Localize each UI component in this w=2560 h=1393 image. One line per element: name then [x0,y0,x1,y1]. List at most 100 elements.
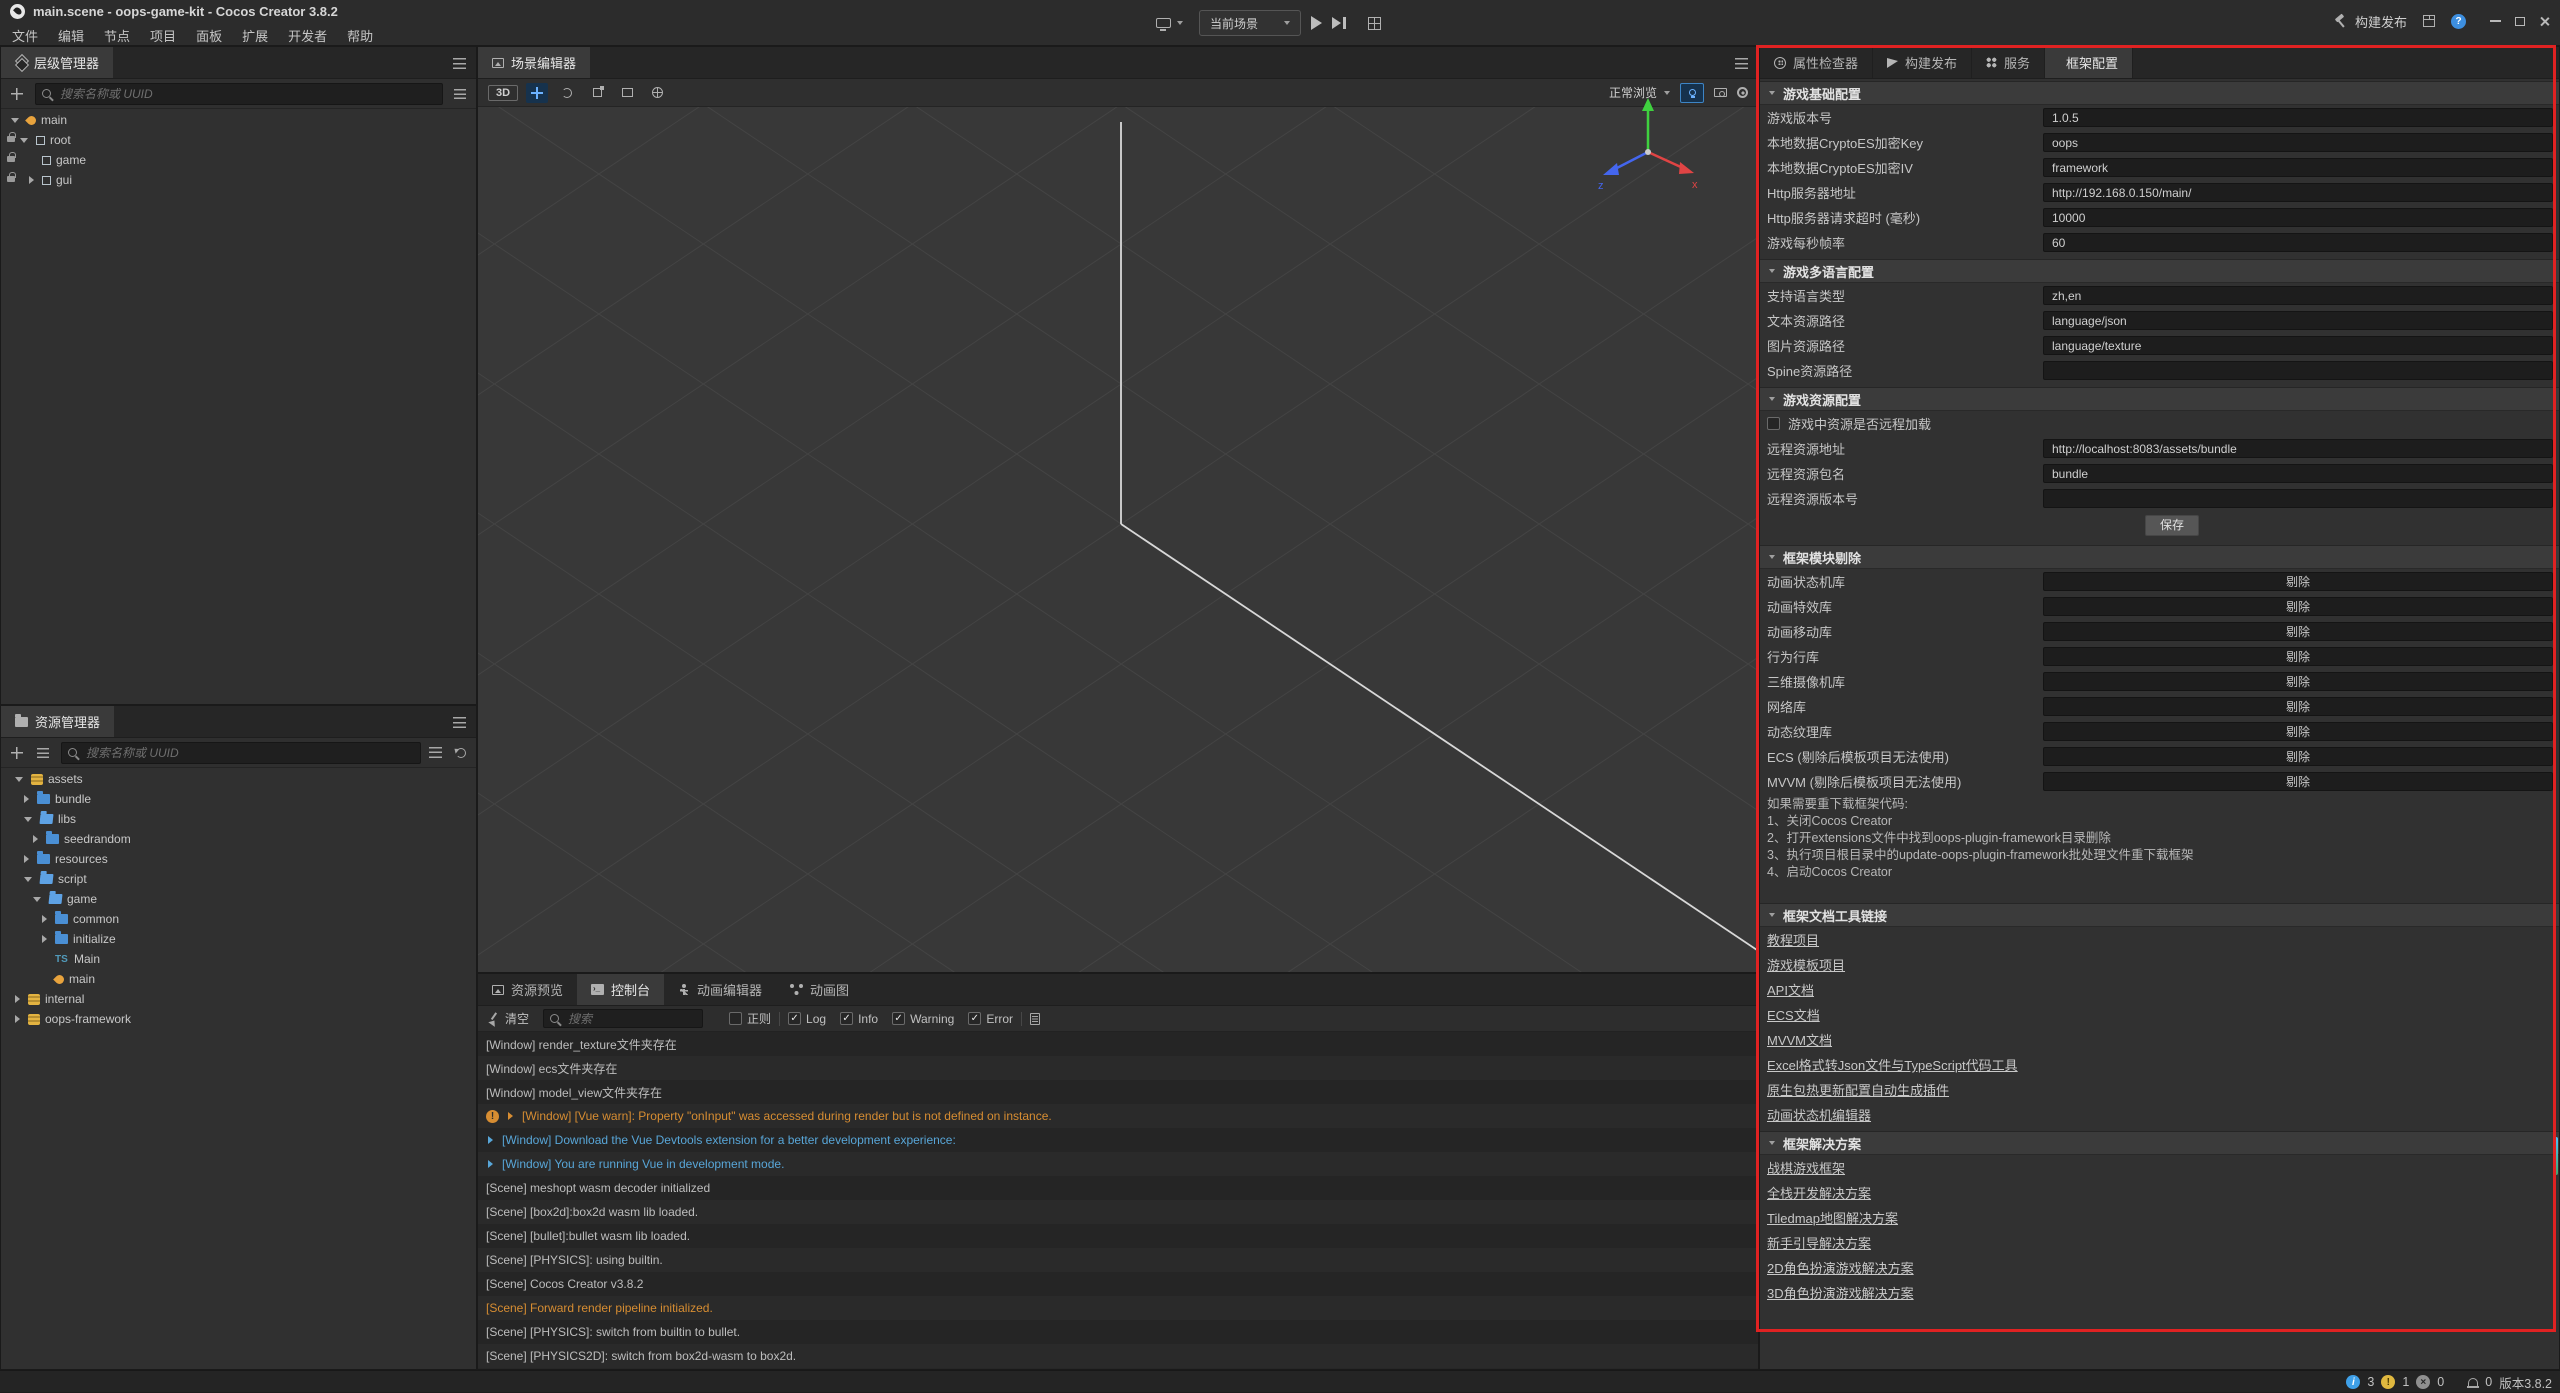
rotate-gizmo-button[interactable] [556,83,578,103]
solution-link[interactable]: 全栈开发解决方案 [1767,1183,1871,1202]
tree-node[interactable]: internal [1,989,476,1009]
menu-item[interactable]: 面板 [186,24,232,47]
log-filter-checkbox[interactable]: Warning [892,1012,954,1026]
console-tab[interactable]: 动画图 [776,974,863,1005]
solution-link[interactable]: 2D角色扮演游戏解决方案 [1767,1258,1914,1277]
field-input[interactable] [2043,489,2553,508]
field-input[interactable]: 10000 [2043,208,2553,227]
log-file-icon[interactable] [1030,1013,1040,1025]
package-button[interactable] [2423,15,2435,27]
section-header-docs[interactable]: 框架文档工具链接 [1760,903,2559,927]
tab-assets[interactable]: 资源管理器 [1,706,114,737]
log-filter-checkbox[interactable]: Info [840,1012,878,1026]
tree-node[interactable]: game [1,889,476,909]
axis-gizmo[interactable]: x z [1593,92,1703,202]
field-input[interactable]: 60 [2043,233,2553,252]
expand-arrow-icon[interactable] [42,935,47,943]
doc-link[interactable]: 教程项目 [1767,930,1819,949]
expand-arrow-icon[interactable] [33,897,41,902]
doc-link[interactable]: Excel格式转Json文件与TypeScript代码工具 [1767,1055,2018,1074]
close-button[interactable] [2539,16,2550,27]
world-space-button[interactable] [646,83,668,103]
panel-menu-icon[interactable] [453,58,466,69]
inspector-tab[interactable]: 构建发布 [1873,47,1972,78]
doc-link[interactable]: API文档 [1767,980,1814,999]
remove-module-button[interactable]: 剔除 [2043,722,2553,741]
expand-arrow-icon[interactable] [29,176,34,184]
step-button[interactable] [1332,17,1346,29]
clear-console-button[interactable]: 清空 [488,1010,529,1027]
move-gizmo-button[interactable] [526,83,548,103]
tree-node[interactable]: seedrandom [1,829,476,849]
help-button[interactable] [2451,14,2466,29]
field-input[interactable]: language/texture [2043,336,2553,355]
assets-search-input[interactable] [61,742,421,764]
field-input[interactable]: http://192.168.0.150/main/ [2043,183,2553,202]
expand-arrow-icon[interactable] [15,995,20,1003]
error-status-icon[interactable]: × [2416,1375,2430,1389]
scene-viewport[interactable] [478,107,1758,972]
tree-node[interactable]: game [1,150,476,170]
doc-link[interactable]: MVVM文档 [1767,1030,1832,1049]
save-button[interactable]: 保存 [2145,515,2199,536]
tree-node[interactable]: Main [1,949,476,969]
expand-arrow-icon[interactable] [24,877,32,882]
inspector-tab[interactable]: 框架配置 [2045,47,2133,78]
tree-node[interactable]: bundle [1,789,476,809]
tree-node[interactable]: libs [1,809,476,829]
warning-status-icon[interactable]: ! [2381,1375,2395,1389]
console-log-line[interactable]: ! [Window] Download the Vue Devtools ext… [478,1128,1758,1152]
3d-toggle-button[interactable]: 3D [488,85,518,101]
scene-selector-dropdown[interactable]: 当前场景 [1199,10,1301,36]
bell-icon[interactable] [2468,1378,2478,1386]
console-log-line[interactable]: ! [Window] You are running Vue in develo… [478,1152,1758,1176]
remove-module-button[interactable]: 剔除 [2043,672,2553,691]
expand-arrow-icon[interactable] [20,138,28,143]
expand-arrow-icon[interactable] [15,1015,20,1023]
tree-node[interactable]: initialize [1,929,476,949]
section-header-i18n[interactable]: 游戏多语言配置 [1760,259,2559,283]
menu-item[interactable]: 开发者 [278,24,337,47]
refresh-icon[interactable] [456,748,466,758]
console-tab[interactable]: 动画编辑器 [664,974,776,1005]
doc-link[interactable]: 原生包热更新配置自动生成插件 [1767,1080,1949,1099]
console-log-line[interactable]: ! [Window] [Vue warn]: Property "onInput… [478,1104,1758,1128]
inspector-tab[interactable]: 属性检查器 [1760,47,1873,78]
layout-grid-button[interactable] [1368,17,1381,30]
tab-scene-editor[interactable]: 场景编辑器 [478,47,590,78]
remove-module-button[interactable]: 剔除 [2043,697,2553,716]
expand-arrow-icon[interactable] [42,915,47,923]
remove-module-button[interactable]: 剔除 [2043,597,2553,616]
console-log-line[interactable]: ! [Scene] [PHYSICS]: using builtin. [478,1248,1758,1272]
add-asset-button[interactable] [11,747,23,759]
info-status-icon[interactable]: i [2346,1375,2360,1389]
remove-module-button[interactable]: 剔除 [2043,747,2553,766]
inspector-tab[interactable]: 服务 [1972,47,2045,78]
minimize-button[interactable] [2490,20,2501,22]
log-filter-checkbox[interactable]: Log [788,1012,826,1026]
tree-node[interactable]: gui [1,170,476,190]
tree-node[interactable]: main [1,969,476,989]
solution-link[interactable]: 新手引导解决方案 [1767,1233,1871,1252]
sort-icon[interactable] [37,748,49,758]
console-log-line[interactable]: ! [Scene] [bullet]:bullet wasm lib loade… [478,1224,1758,1248]
add-node-button[interactable] [11,88,23,100]
field-input[interactable]: oops [2043,133,2553,152]
menu-item[interactable]: 节点 [94,24,140,47]
hierarchy-search-input[interactable] [35,83,443,105]
tree-node[interactable]: oops-framework [1,1009,476,1029]
console-log-line[interactable]: ! [Scene] Cocos Creator v3.8.2 [478,1272,1758,1296]
panel-menu-icon[interactable] [1735,58,1748,69]
solution-link[interactable]: Tiledmap地图解决方案 [1767,1208,1898,1227]
log-filter-checkbox[interactable]: Error [968,1012,1013,1026]
device-selector[interactable] [1150,10,1189,36]
field-input[interactable]: http://localhost:8083/assets/bundle [2043,439,2553,458]
console-log-line[interactable]: ! [Scene] meshopt wasm decoder initializ… [478,1176,1758,1200]
section-header-modules[interactable]: 框架模块剔除 [1760,545,2559,569]
console-log-line[interactable]: ! [Scene] [box2d]:box2d wasm lib loaded. [478,1200,1758,1224]
doc-link[interactable]: 动画状态机编辑器 [1767,1105,1871,1124]
tree-node[interactable]: resources [1,849,476,869]
remove-module-button[interactable]: 剔除 [2043,572,2553,591]
panel-menu-icon[interactable] [453,717,466,728]
section-header-resource[interactable]: 游戏资源配置 [1760,387,2559,411]
